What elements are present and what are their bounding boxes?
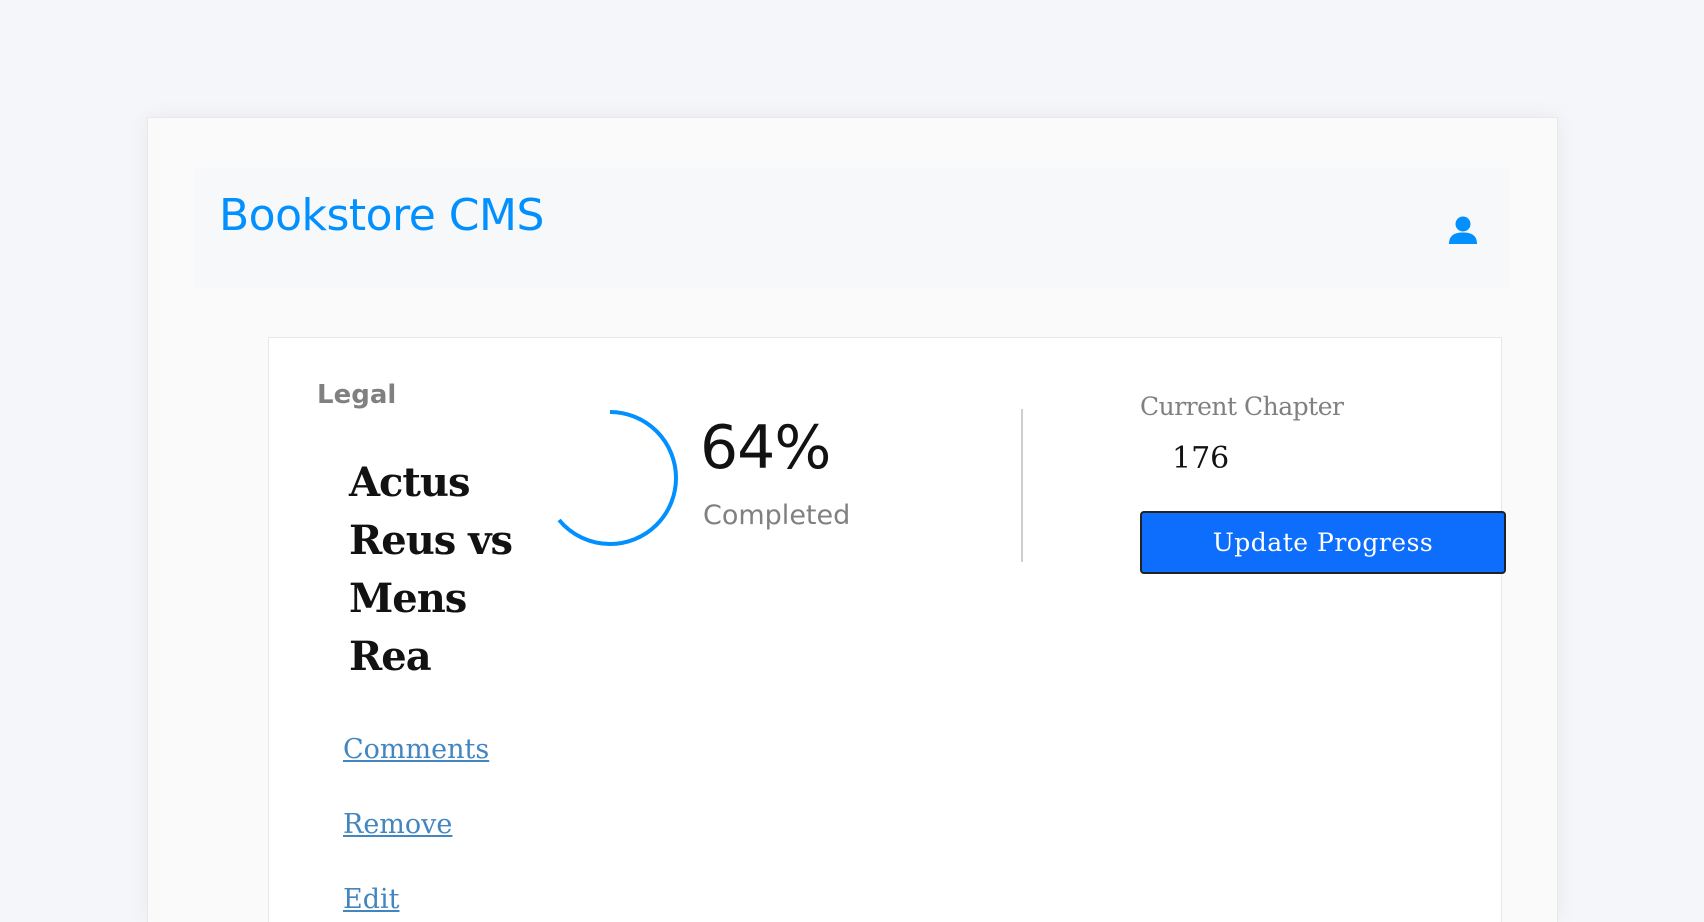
- progress-percent: 64%: [700, 413, 831, 483]
- vertical-divider: [1021, 409, 1023, 562]
- book-title: Actus Reus vs Mens Rea: [349, 459, 513, 680]
- progress-status: Completed: [703, 500, 851, 531]
- current-chapter-label: Current Chapter: [1140, 392, 1344, 421]
- edit-link[interactable]: Edit: [343, 886, 399, 913]
- progress-ring: [542, 410, 678, 546]
- comments-link[interactable]: Comments: [343, 736, 489, 763]
- book-category: Legal: [317, 380, 397, 410]
- remove-link[interactable]: Remove: [343, 811, 452, 838]
- app-title[interactable]: Bookstore CMS: [219, 194, 544, 238]
- update-progress-button[interactable]: Update Progress: [1140, 511, 1506, 574]
- current-chapter-value: 176: [1172, 441, 1230, 476]
- progress-arc: [542, 410, 678, 546]
- user-icon[interactable]: [1445, 212, 1481, 248]
- app-header: Bookstore CMS: [195, 168, 1509, 288]
